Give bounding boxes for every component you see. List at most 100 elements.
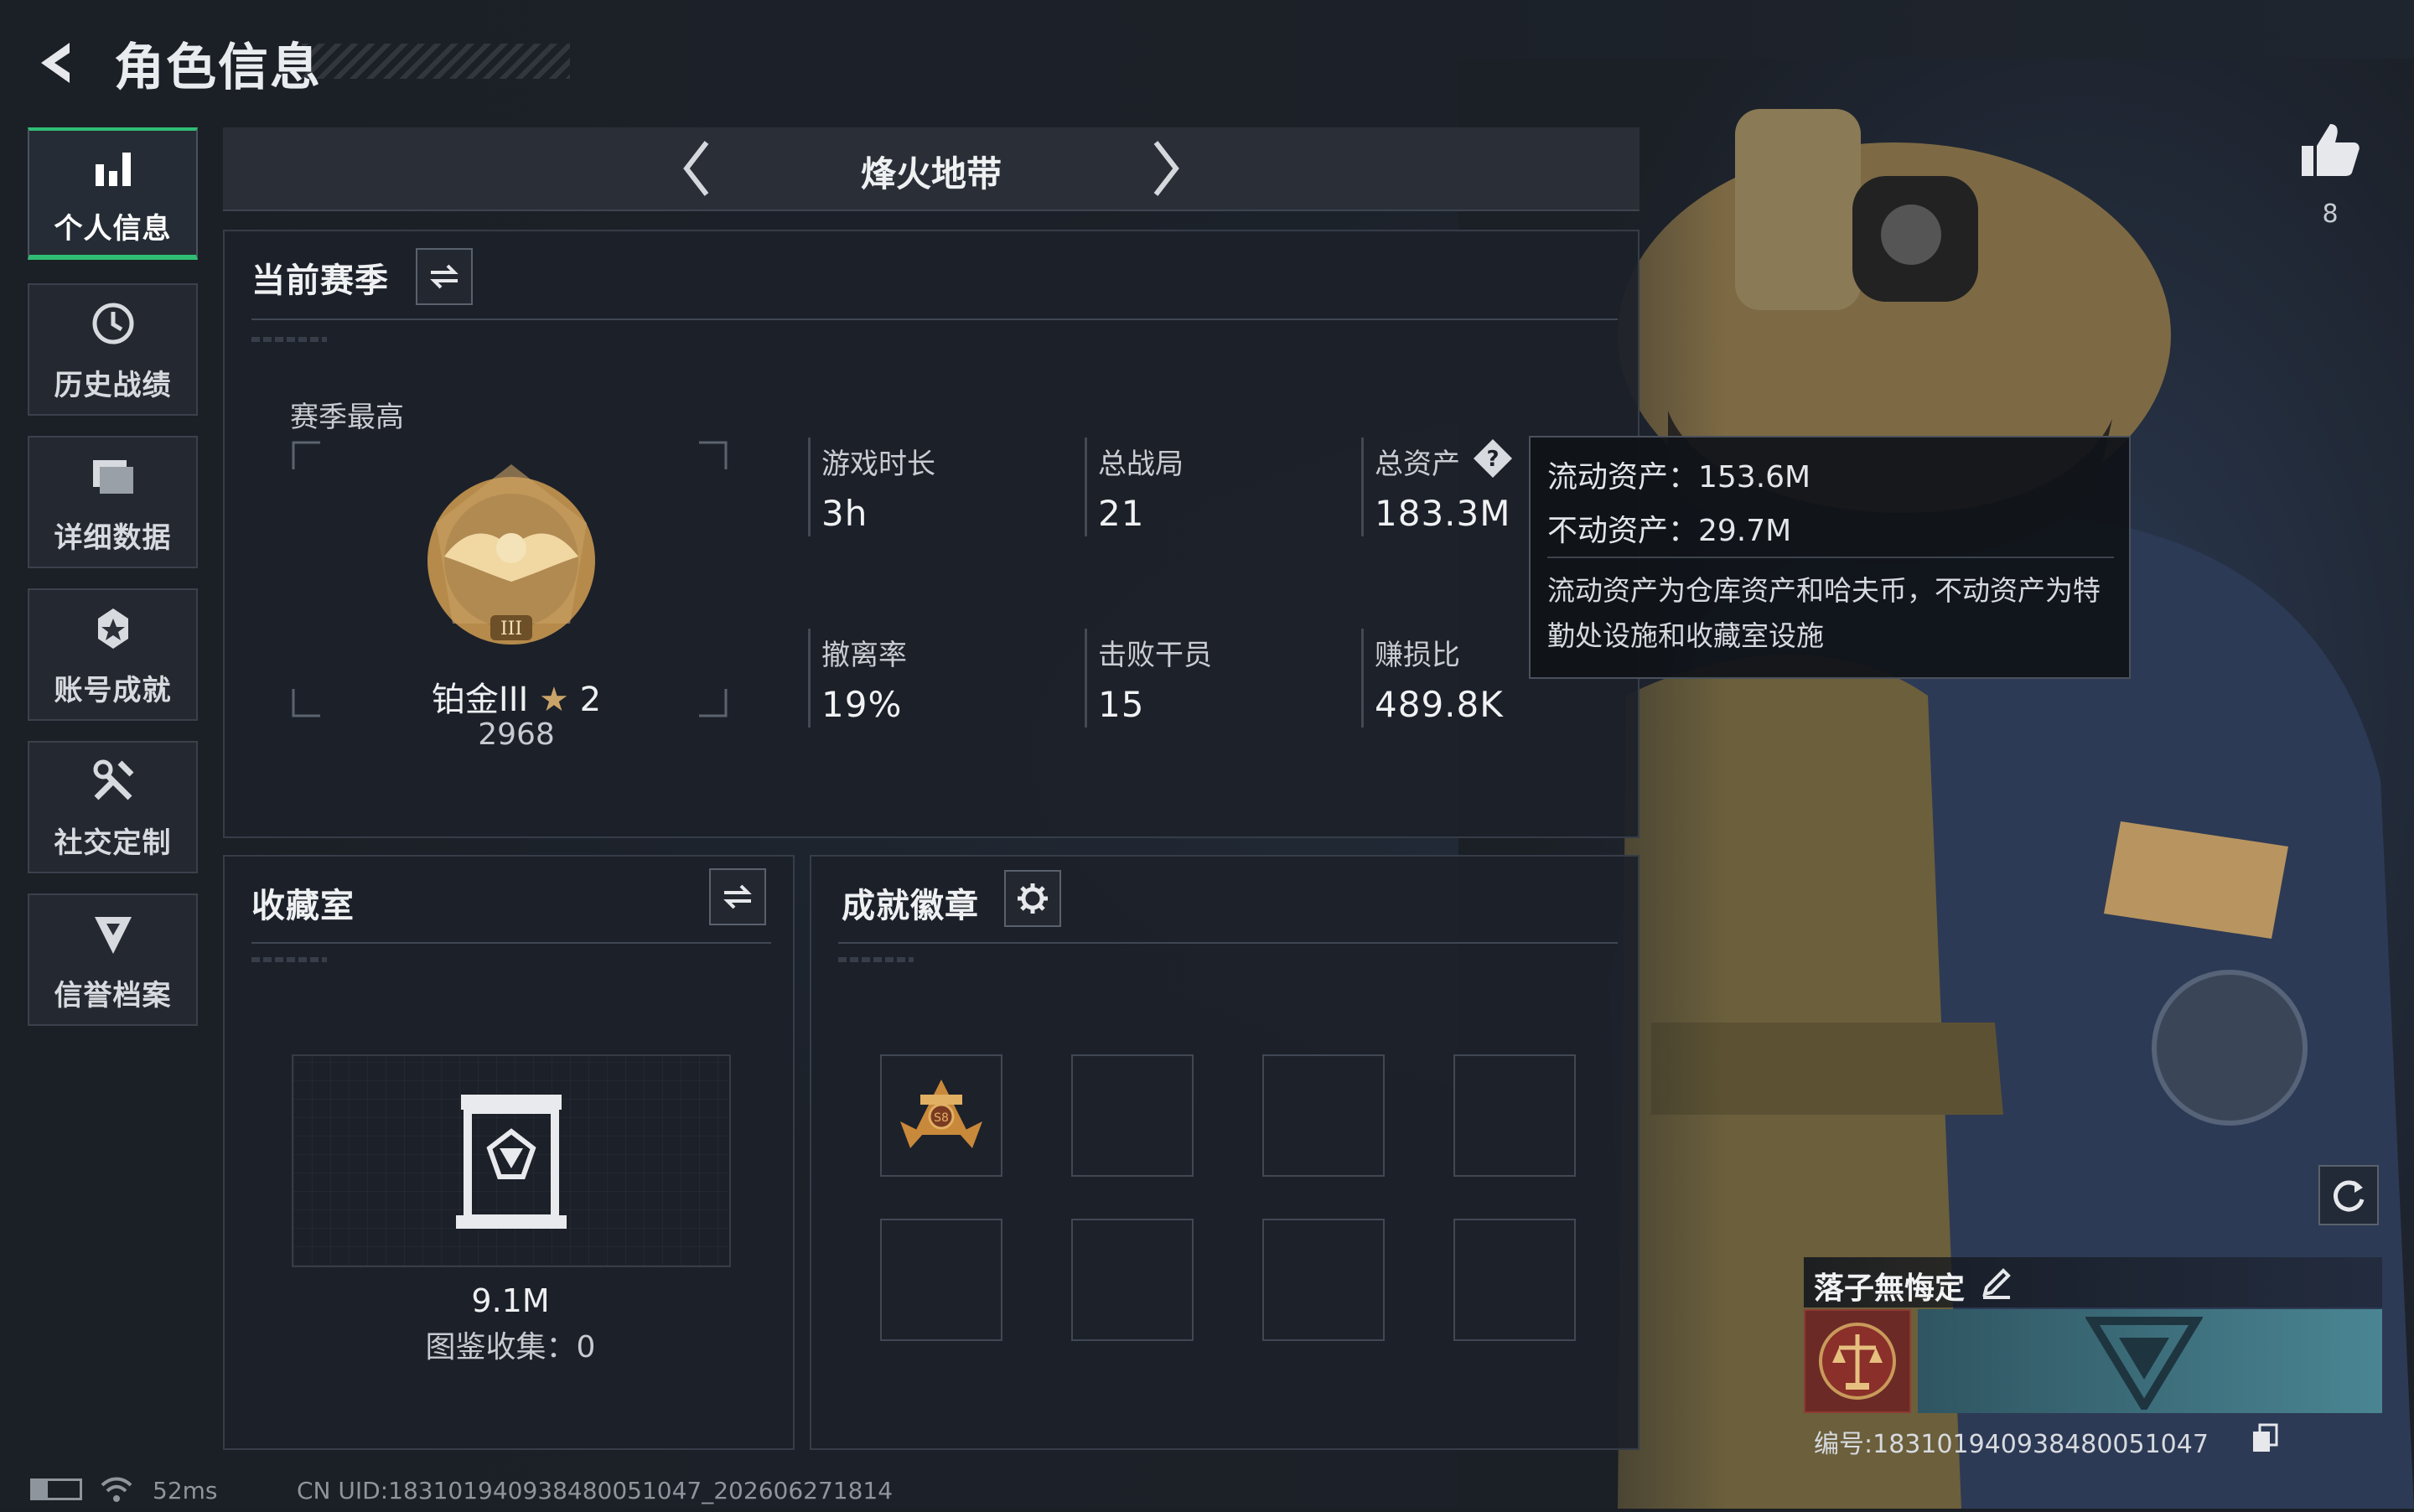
collection-switch-button[interactable] <box>709 868 766 925</box>
stat-marker <box>1085 438 1087 536</box>
rank-star-icon: ★ <box>539 681 569 719</box>
uid-text: CN UID:183101940938480051047_20260627181… <box>297 1477 894 1504</box>
like-button[interactable] <box>2297 117 2364 184</box>
help-icon: ? <box>1474 439 1512 478</box>
pencil-icon <box>1982 1268 2011 1299</box>
display-case-icon <box>456 1095 567 1229</box>
collection-value: 9.1M <box>471 1282 550 1319</box>
season-title: 当前赛季 <box>251 261 389 300</box>
tooltip-liquid-assets: 流动资产：153.6M <box>1547 460 1811 495</box>
season-panel: 当前赛季 赛季最高 III 铂金III ★ 2 2968 游戏时长 3h 总战局… <box>223 230 1640 838</box>
stat-label-assets: 总资产 <box>1375 448 1460 481</box>
stat-marker <box>808 438 811 536</box>
team-emblem-icon <box>2085 1317 2203 1410</box>
divider <box>251 318 1618 320</box>
svg-text:III: III <box>500 619 522 639</box>
svg-text:S8: S8 <box>934 1111 949 1125</box>
mode-title: 烽火地带 <box>860 153 1002 194</box>
nav-label: 信誉档案 <box>54 978 172 1012</box>
title-decoration <box>302 44 570 79</box>
decoration <box>838 957 914 962</box>
stat-marker <box>1361 629 1364 728</box>
mode-next-button[interactable] <box>1137 139 1195 198</box>
stat-value-matches: 21 <box>1098 493 1145 534</box>
rank-name: 铂金III <box>431 681 529 719</box>
nav-item-achievements[interactable]: 账号成就 <box>28 588 198 721</box>
stat-value-profit-ratio: 489.8K <box>1375 684 1504 725</box>
badges-panel: 成就徽章 S8 <box>810 855 1640 1450</box>
decoration <box>251 337 327 342</box>
nav-label: 详细数据 <box>54 520 172 555</box>
stat-value-playtime: 3h <box>821 493 868 534</box>
swap-icon <box>430 264 458 289</box>
back-arrow-icon <box>41 43 70 83</box>
season-switch-button[interactable] <box>416 248 473 305</box>
collection-title: 收藏室 <box>251 887 355 925</box>
header: 角色信息 <box>25 25 322 101</box>
badges-title: 成就徽章 <box>842 887 979 925</box>
stat-label-matches: 总战局 <box>1098 448 1184 481</box>
player-id: 编号:183101940938480051047 <box>1814 1430 2209 1459</box>
badge-slot[interactable] <box>1453 1219 1576 1341</box>
nav-item-personal-info[interactable]: 个人信息 <box>28 127 198 260</box>
stat-label-profit-ratio: 赚损比 <box>1375 639 1460 672</box>
stat-marker <box>808 629 811 728</box>
stat-label-kills: 击败干员 <box>1098 639 1212 672</box>
player-avatar[interactable] <box>1804 1309 1911 1413</box>
season-best-label: 赛季最高 <box>290 401 404 434</box>
divider <box>251 942 771 944</box>
rank-emblem-icon: III <box>427 464 595 645</box>
assets-tooltip: 流动资产：153.6M 不动资产：29.7M 流动资产为仓库资产和哈夫币，不动资… <box>1529 436 2131 679</box>
rotate-button[interactable] <box>2318 1165 2379 1225</box>
swap-icon <box>723 884 752 909</box>
page-title: 角色信息 <box>114 38 322 97</box>
back-button[interactable] <box>25 34 84 92</box>
nav-item-history[interactable]: 历史战绩 <box>28 283 198 416</box>
tools-icon <box>86 754 140 808</box>
rotate-icon <box>2334 1180 2365 1212</box>
nav-label: 历史战绩 <box>54 368 172 402</box>
achievement-badge-icon: S8 <box>900 1080 982 1148</box>
collection-showcase[interactable] <box>292 1054 731 1267</box>
gear-icon <box>1018 883 1048 914</box>
badge-slot[interactable] <box>1262 1054 1385 1177</box>
divider <box>838 942 1618 944</box>
nav-item-social[interactable]: 社交定制 <box>28 741 198 873</box>
history-clock-icon <box>86 297 140 350</box>
badge-slot[interactable] <box>1262 1219 1385 1341</box>
nav-item-reputation[interactable]: 信誉档案 <box>28 893 198 1026</box>
bar-chart-icon <box>86 140 140 194</box>
shield-emblem-icon <box>86 907 140 961</box>
badges-settings-button[interactable] <box>1004 870 1061 927</box>
thumbs-up-icon <box>2302 124 2360 176</box>
badge-slot[interactable] <box>1071 1054 1194 1177</box>
nav-label: 个人信息 <box>54 211 172 246</box>
rank-stars: 2 <box>579 681 602 719</box>
battery-icon <box>30 1478 82 1500</box>
nav-item-details[interactable]: 详细数据 <box>28 436 198 568</box>
copy-icon <box>2253 1423 2278 1452</box>
edit-name-button[interactable] <box>1978 1264 2015 1301</box>
wifi-icon <box>99 1475 134 1504</box>
collection-panel: 收藏室 9.1M 图鉴收集：0 <box>223 855 795 1450</box>
badge-slot[interactable] <box>880 1219 1002 1341</box>
chevron-right-icon <box>1153 141 1179 196</box>
stat-value-kills: 15 <box>1098 684 1145 725</box>
avatar-scales-icon <box>1819 1323 1896 1400</box>
nav-label: 账号成就 <box>54 673 172 707</box>
achievement-star-icon <box>86 602 140 655</box>
stat-label-playtime: 游戏时长 <box>821 448 935 481</box>
stat-marker <box>1085 629 1087 728</box>
nav-label: 社交定制 <box>54 826 172 860</box>
badge-slot[interactable] <box>1071 1219 1194 1341</box>
decoration <box>251 957 327 962</box>
ping-text: 52ms <box>153 1477 218 1504</box>
badge-slot[interactable] <box>1453 1054 1576 1177</box>
tooltip-description: 流动资产为仓库资产和哈夫币，不动资产为特勤处设施和收藏室设施 <box>1547 574 2101 652</box>
rank-score: 2968 <box>478 717 555 752</box>
tooltip-fixed-assets: 不动资产：29.7M <box>1547 514 1792 548</box>
copy-id-button[interactable] <box>2250 1423 2280 1453</box>
badge-slot[interactable]: S8 <box>880 1054 1002 1177</box>
player-banner[interactable] <box>1918 1309 2382 1413</box>
assets-help-button[interactable]: ? <box>1472 438 1514 479</box>
